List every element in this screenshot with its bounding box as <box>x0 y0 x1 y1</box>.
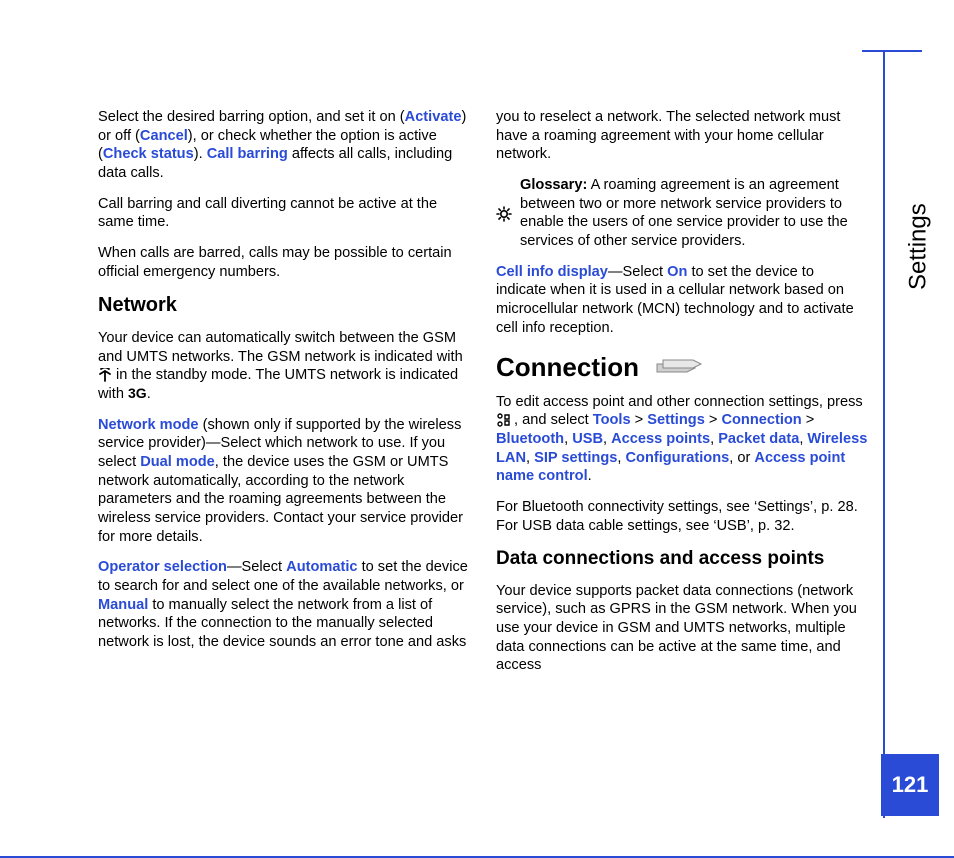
term-settings: Settings <box>647 412 705 428</box>
term-dual-mode: Dual mode <box>140 454 215 470</box>
page-number: 121 <box>881 754 939 816</box>
heading-text: Connection <box>496 351 639 384</box>
top-rule <box>862 50 922 52</box>
glossary-text: Glossary: A roaming agreement is an agre… <box>520 176 868 251</box>
text: , <box>710 431 718 447</box>
term-sip-settings: SIP settings <box>534 450 617 466</box>
section-tab: Settings <box>899 100 939 290</box>
term-configurations: Configurations <box>625 450 729 466</box>
paragraph: Call barring and call diverting cannot b… <box>98 195 470 232</box>
term-on: On <box>667 264 687 280</box>
menu-key-icon <box>496 413 510 427</box>
paragraph: To edit access point and other connectio… <box>496 393 868 486</box>
text: . <box>147 386 151 402</box>
term-operator-selection: Operator selection <box>98 559 227 575</box>
term-cancel: Cancel <box>140 128 188 144</box>
text: , <box>526 450 534 466</box>
page: Settings 121 Select the desired barring … <box>0 0 954 858</box>
paragraph: Cell info display—Select On to set the d… <box>496 263 868 338</box>
text: , <box>564 431 572 447</box>
term-usb: USB <box>572 431 603 447</box>
content: Select the desired barring option, and s… <box>98 108 868 687</box>
paragraph: you to reselect a network. The selected … <box>496 108 868 164</box>
text: , <box>603 431 611 447</box>
paragraph: Operator selection—Select Automatic to s… <box>98 558 470 651</box>
term-call-barring: Call barring <box>207 146 288 162</box>
text: > <box>705 412 722 428</box>
term-packet-data: Packet data <box>718 431 799 447</box>
paragraph: Your device supports packet data connect… <box>496 582 868 675</box>
glossary-label: Glossary: <box>520 177 587 193</box>
heading-network: Network <box>98 293 470 319</box>
term-network-mode: Network mode <box>98 417 199 433</box>
paragraph: Select the desired barring option, and s… <box>98 108 470 183</box>
text: to manually select the network from a li… <box>98 597 466 650</box>
term-access-points: Access points <box>611 431 710 447</box>
term-bluetooth: Bluetooth <box>496 431 564 447</box>
text: > <box>631 412 648 428</box>
antenna-icon <box>98 368 112 382</box>
3g-icon: 3G <box>128 385 147 403</box>
glossary-block: Glossary: A roaming agreement is an agre… <box>496 176 868 251</box>
heading-connection: Connection <box>496 351 868 384</box>
term-tools: Tools <box>593 412 631 428</box>
right-column: you to reselect a network. The selected … <box>496 108 868 687</box>
left-column: Select the desired barring option, and s… <box>98 108 470 687</box>
text: ). <box>194 146 207 162</box>
term-manual: Manual <box>98 597 148 613</box>
heading-data-connections: Data connections and access points <box>496 547 868 571</box>
text: —Select <box>608 264 667 280</box>
text: Select the desired barring option, and s… <box>98 109 405 125</box>
paragraph: For Bluetooth connectivity settings, see… <box>496 498 868 535</box>
text: , or <box>729 450 754 466</box>
term-connection: Connection <box>721 412 801 428</box>
text: , and select <box>510 412 593 428</box>
tip-icon <box>496 178 512 251</box>
term-automatic: Automatic <box>286 559 357 575</box>
paragraph: Your device can automatically switch bet… <box>98 329 470 404</box>
term-activate: Activate <box>405 109 462 125</box>
paragraph: When calls are barred, calls may be poss… <box>98 244 470 281</box>
text: Your device can automatically switch bet… <box>98 330 463 365</box>
side-line <box>883 50 885 818</box>
connection-icon <box>651 354 705 382</box>
paragraph: Network mode (shown only if supported by… <box>98 416 470 547</box>
text: —Select <box>227 559 286 575</box>
term-check-status: Check status <box>103 146 194 162</box>
text: . <box>588 468 592 484</box>
text: To edit access point and other connectio… <box>496 394 863 410</box>
text: > <box>802 412 815 428</box>
text: in the standby mode. The UMTS network is… <box>98 367 458 402</box>
term-cell-info-display: Cell info display <box>496 264 608 280</box>
